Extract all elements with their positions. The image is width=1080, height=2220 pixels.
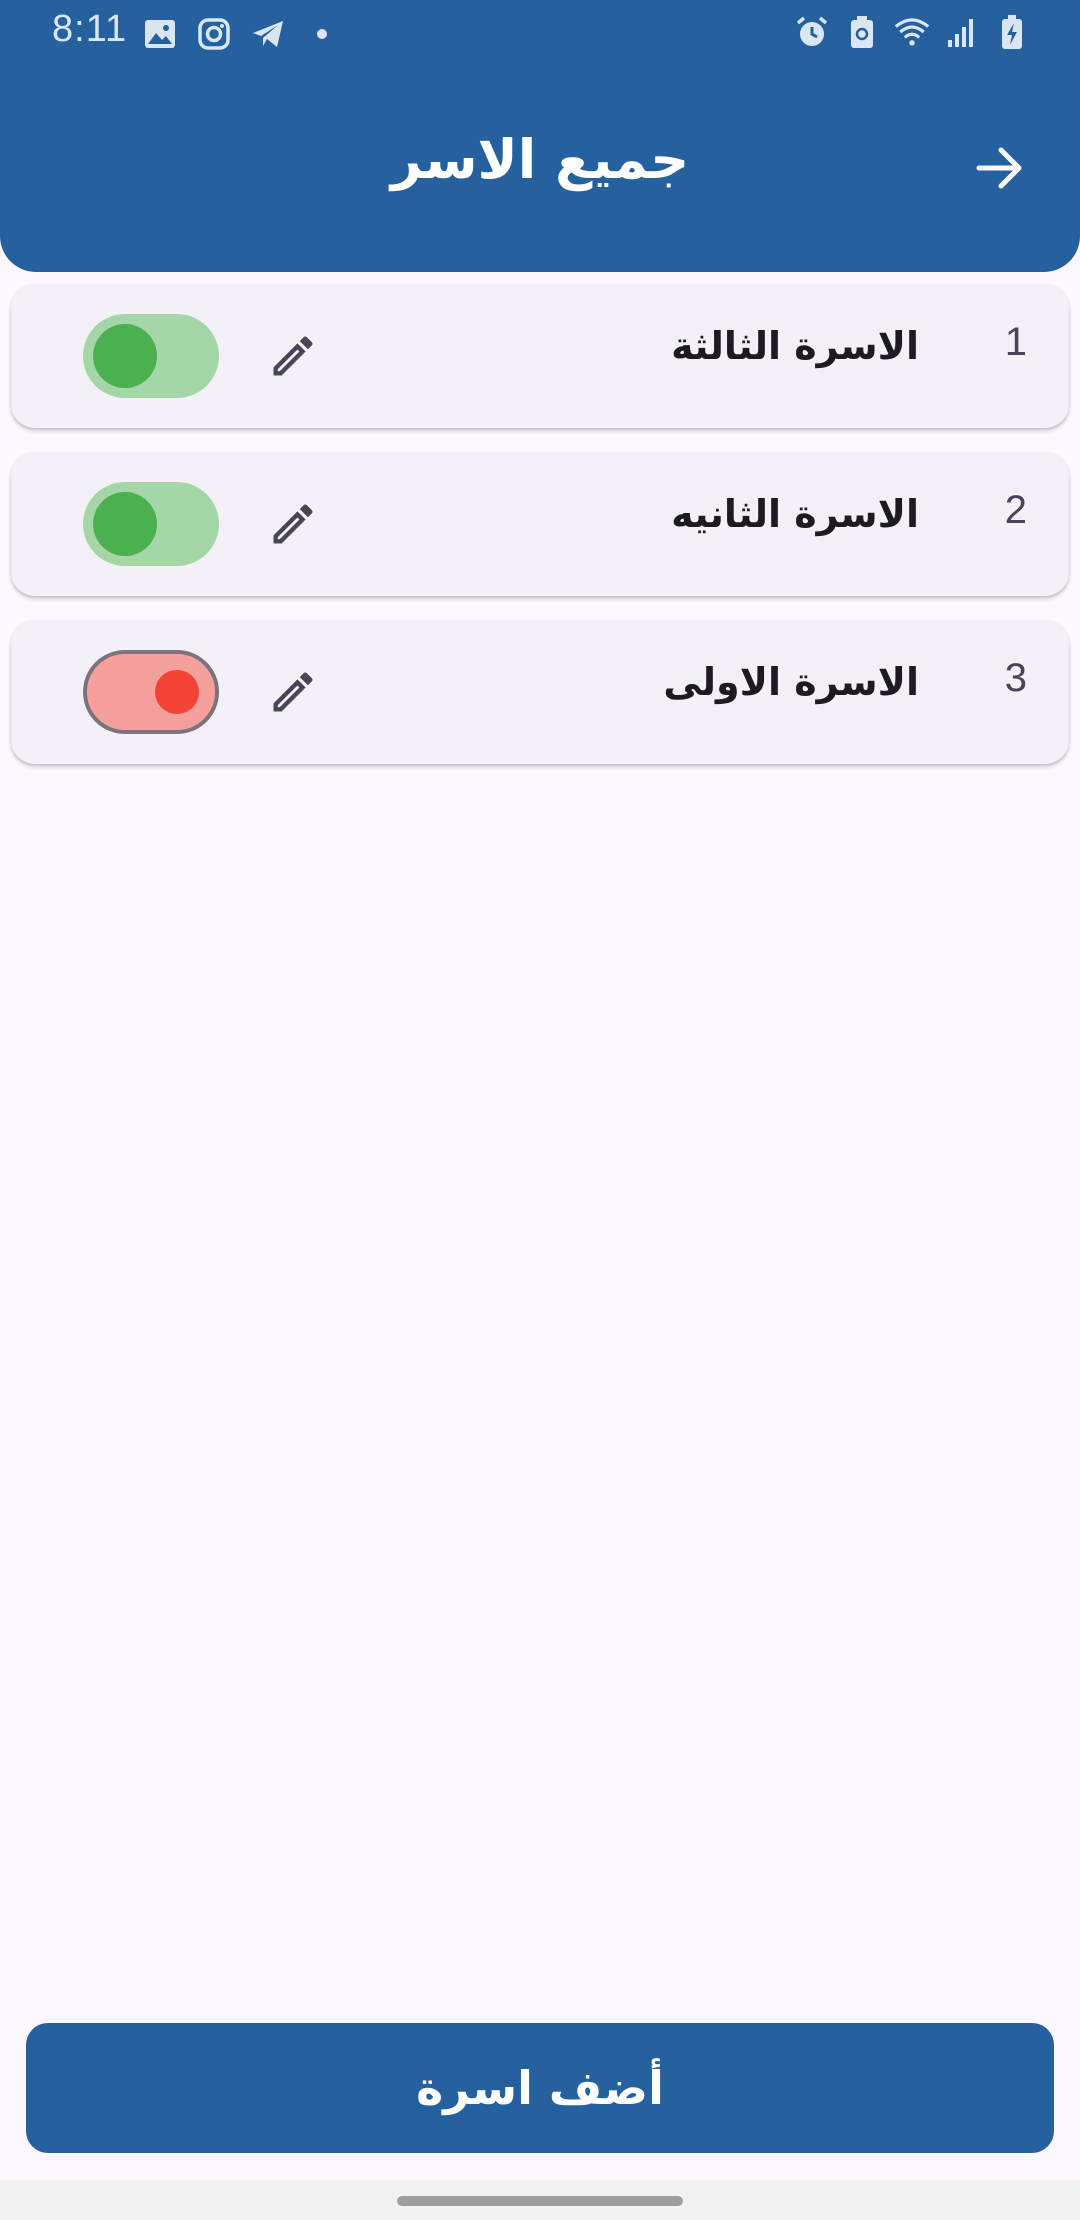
instagram-icon (196, 16, 232, 52)
toggle-knob (93, 492, 157, 556)
family-name: الاسرة الثالثة (671, 324, 919, 368)
family-name: الاسرة الثانيه (671, 492, 919, 536)
page-title: جميع الاسر (390, 128, 690, 191)
pencil-icon (267, 498, 319, 554)
telegram-icon (250, 16, 286, 52)
toggle-knob (93, 324, 157, 388)
status-time: 8:11 (52, 8, 128, 50)
gesture-nav-bar (0, 2180, 1080, 2220)
family-number: 2 (1004, 488, 1027, 532)
active-toggle[interactable] (83, 314, 219, 398)
active-toggle[interactable] (83, 482, 219, 566)
signal-icon (944, 14, 980, 50)
home-indicator[interactable] (397, 2196, 683, 2206)
arrow-right-icon (975, 146, 1025, 194)
back-button[interactable] (970, 140, 1030, 200)
pencil-icon (267, 330, 319, 386)
family-number: 3 (1004, 656, 1027, 700)
battery-charging-icon (994, 14, 1030, 50)
battery-saver-icon (844, 14, 880, 50)
edit-button[interactable] (263, 496, 323, 556)
active-toggle[interactable] (83, 650, 219, 734)
add-family-button[interactable]: أضف اسرة (26, 2023, 1054, 2153)
family-number: 1 (1004, 320, 1027, 364)
status-bar: 8:11 (0, 0, 1080, 64)
family-card: 3 الاسرة الاولى (11, 620, 1069, 764)
dot-icon (304, 16, 340, 52)
family-card: 2 الاسرة الثانيه (11, 452, 1069, 596)
toggle-knob (155, 670, 199, 714)
edit-button[interactable] (263, 328, 323, 388)
status-left-icons (142, 16, 340, 52)
wifi-icon (894, 14, 930, 50)
family-name: الاسرة الاولى (663, 660, 919, 704)
alarm-icon (794, 14, 830, 50)
gallery-icon (142, 16, 178, 52)
edit-button[interactable] (263, 664, 323, 724)
app-bar: 8:11 جميع الاسر (0, 0, 1080, 272)
family-card: 1 الاسرة الثالثة (11, 284, 1069, 428)
family-list: 1 الاسرة الثالثة 2 الاسرة الثانيه 3 الاس… (11, 284, 1069, 788)
pencil-icon (267, 666, 319, 722)
status-right-icons (794, 14, 1030, 50)
